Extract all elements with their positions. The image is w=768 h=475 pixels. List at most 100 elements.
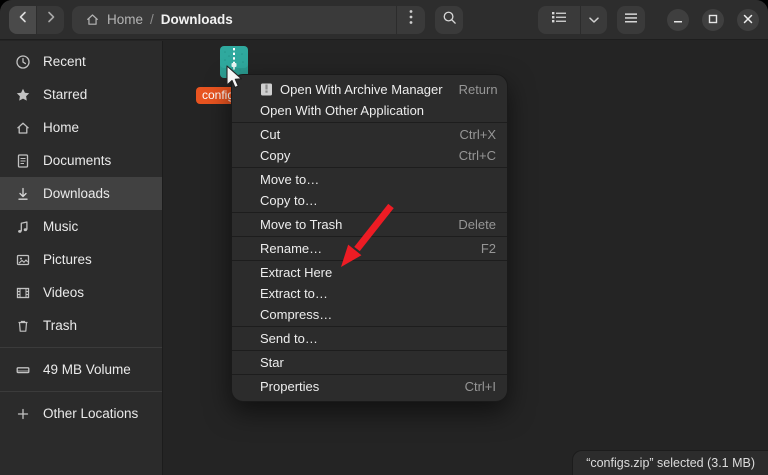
menu-item-label: Copy <box>260 148 290 163</box>
menu-item-rename[interactable]: Rename… F2 <box>232 238 507 259</box>
breadcrumb-current[interactable]: Downloads <box>161 12 233 27</box>
path-options-button[interactable] <box>396 6 425 34</box>
menu-item-label: Properties <box>260 379 319 394</box>
menu-item-label: Compress… <box>260 307 332 322</box>
menu-group-archive: Extract Here Extract to… Compress… <box>232 260 507 326</box>
search-button[interactable] <box>435 6 463 34</box>
menu-item-copy[interactable]: Copy Ctrl+C <box>232 145 507 166</box>
menu-group-send: Send to… <box>232 326 507 350</box>
menu-item-label: Cut <box>260 127 280 142</box>
sidebar-item-pictures[interactable]: Pictures <box>0 243 162 276</box>
sidebar-item-other-locations[interactable]: Other Locations <box>0 397 162 430</box>
sidebar-item-label: Videos <box>43 285 84 300</box>
archive-manager-icon <box>259 83 273 97</box>
sidebar-item-starred[interactable]: Starred <box>0 78 162 111</box>
chevron-right-icon <box>44 10 58 29</box>
sidebar-item-label: Music <box>43 219 78 234</box>
maximize-icon <box>708 11 718 29</box>
clock-icon <box>15 54 31 70</box>
menu-item-star[interactable]: Star <box>232 352 507 373</box>
context-menu: Open With Archive Manager Return Open Wi… <box>231 74 508 402</box>
hamburger-menu-icon <box>624 11 638 29</box>
sidebar-item-label: Recent <box>43 54 86 69</box>
menu-item-copy-to[interactable]: Copy to… <box>232 190 507 211</box>
menu-group-clipboard: Cut Ctrl+X Copy Ctrl+C <box>232 122 507 167</box>
menu-item-send-to[interactable]: Send to… <box>232 328 507 349</box>
menu-group-trash: Move to Trash Delete <box>232 212 507 236</box>
sidebar-item-music[interactable]: Music <box>0 210 162 243</box>
menu-item-compress[interactable]: Compress… <box>232 304 507 325</box>
download-icon <box>15 186 31 202</box>
picture-icon <box>15 252 31 268</box>
sidebar-item-label: Trash <box>43 318 77 333</box>
view-switcher <box>538 6 607 34</box>
menu-item-shortcut: Delete <box>442 217 496 232</box>
search-icon <box>442 10 457 30</box>
sidebar-separator <box>0 391 162 392</box>
menu-item-shortcut: Return <box>443 82 498 97</box>
breadcrumb[interactable]: Home / Downloads <box>72 6 396 34</box>
sidebar-item-trash[interactable]: Trash <box>0 309 162 342</box>
sidebar-item-volume[interactable]: 49 MB Volume <box>0 353 162 386</box>
breadcrumb-home[interactable]: Home <box>107 12 143 27</box>
menu-group-properties: Properties Ctrl+I <box>232 374 507 398</box>
list-view-icon <box>551 10 567 29</box>
navigation-buttons <box>9 6 64 34</box>
menu-item-extract-to[interactable]: Extract to… <box>232 283 507 304</box>
film-icon <box>15 285 31 301</box>
sidebar-separator <box>0 347 162 348</box>
chevron-left-icon <box>16 10 30 29</box>
forward-button[interactable] <box>37 6 64 34</box>
menu-item-label: Rename… <box>260 241 322 256</box>
menu-item-label: Star <box>260 355 284 370</box>
sidebar-item-label: Downloads <box>43 186 110 201</box>
chevron-down-icon <box>588 11 600 29</box>
view-options-button[interactable] <box>580 6 607 34</box>
sidebar-item-recent[interactable]: Recent <box>0 45 162 78</box>
menu-group-open: Open With Archive Manager Return Open Wi… <box>232 78 507 122</box>
menu-item-properties[interactable]: Properties Ctrl+I <box>232 376 507 397</box>
maximize-button[interactable] <box>702 9 724 31</box>
menu-item-label: Extract to… <box>260 286 328 301</box>
menu-item-label: Copy to… <box>260 193 318 208</box>
menu-item-label: Send to… <box>260 331 318 346</box>
pathbar: Home / Downloads <box>72 6 425 34</box>
document-icon <box>15 153 31 169</box>
sidebar-item-label: Pictures <box>43 252 92 267</box>
menu-group-rename: Rename… F2 <box>232 236 507 260</box>
sidebar: Recent Starred Home Documents Downloads … <box>0 41 163 475</box>
menu-item-extract-here[interactable]: Extract Here <box>232 262 507 283</box>
drive-icon <box>15 362 31 378</box>
menu-item-label: Extract Here <box>260 265 332 280</box>
trash-icon <box>15 318 31 334</box>
menu-item-shortcut: Ctrl+X <box>444 127 496 142</box>
header-bar: Home / Downloads <box>0 0 768 40</box>
list-view-button[interactable] <box>538 6 580 34</box>
menu-item-shortcut: Ctrl+I <box>449 379 496 394</box>
sidebar-item-videos[interactable]: Videos <box>0 276 162 309</box>
minimize-button[interactable] <box>667 9 689 31</box>
kebab-menu-icon <box>409 9 413 30</box>
sidebar-item-downloads[interactable]: Downloads <box>0 177 162 210</box>
sidebar-item-home[interactable]: Home <box>0 111 162 144</box>
sidebar-item-label: 49 MB Volume <box>43 362 131 377</box>
back-button[interactable] <box>9 6 36 34</box>
menu-item-open-with-archive-manager[interactable]: Open With Archive Manager Return <box>232 79 507 100</box>
star-icon <box>15 87 31 103</box>
menu-item-label: Open With Other Application <box>260 103 424 118</box>
menu-item-open-with-other-application[interactable]: Open With Other Application <box>232 100 507 121</box>
menu-item-label: Open With Archive Manager <box>280 82 443 97</box>
menu-item-cut[interactable]: Cut Ctrl+X <box>232 124 507 145</box>
menu-item-move-to-trash[interactable]: Move to Trash Delete <box>232 214 507 235</box>
plus-icon <box>15 406 31 422</box>
music-note-icon <box>15 219 31 235</box>
main-menu-button[interactable] <box>617 6 645 34</box>
menu-group-move-copy: Move to… Copy to… <box>232 167 507 212</box>
sidebar-item-documents[interactable]: Documents <box>0 144 162 177</box>
menu-item-shortcut: Ctrl+C <box>443 148 496 163</box>
sidebar-item-label: Documents <box>43 153 111 168</box>
menu-item-move-to[interactable]: Move to… <box>232 169 507 190</box>
sidebar-item-label: Other Locations <box>43 406 138 421</box>
close-button[interactable] <box>737 9 759 31</box>
close-icon <box>743 11 753 29</box>
